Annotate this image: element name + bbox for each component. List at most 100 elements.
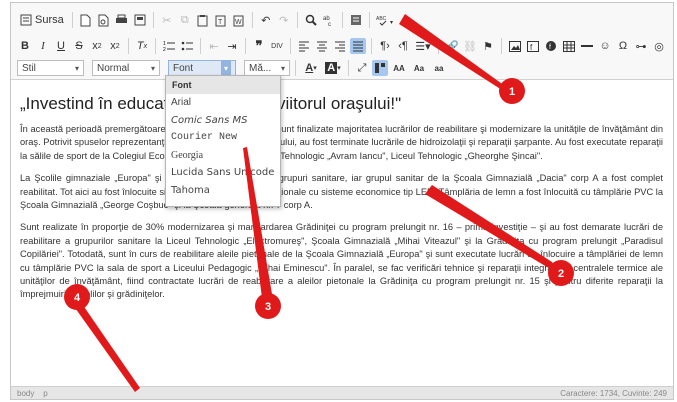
separator bbox=[152, 12, 154, 28]
svg-text:c: c bbox=[328, 22, 331, 26]
italic-icon[interactable]: I bbox=[35, 38, 51, 54]
styles-combo[interactable]: Stil ▾ bbox=[17, 60, 84, 76]
new-page-icon[interactable] bbox=[78, 12, 94, 28]
ltr-icon[interactable]: ¶› bbox=[377, 38, 393, 54]
outdent-icon[interactable]: ⇤ bbox=[206, 38, 222, 54]
templates-icon[interactable] bbox=[132, 12, 148, 28]
select-all-icon[interactable] bbox=[348, 12, 364, 28]
separator bbox=[371, 38, 372, 54]
table-icon[interactable] bbox=[561, 38, 577, 54]
align-right-icon[interactable] bbox=[332, 38, 348, 54]
find-icon[interactable] bbox=[303, 12, 319, 28]
numbered-list-icon[interactable]: 12 bbox=[161, 38, 177, 54]
separator bbox=[251, 12, 253, 28]
source-button-label: Sursa bbox=[35, 14, 64, 26]
separator bbox=[341, 12, 343, 28]
iframe-icon[interactable]: ◎ bbox=[651, 38, 667, 54]
editor-content[interactable]: „Investind în educaţie, investim în viit… bbox=[11, 80, 673, 385]
blockquote-icon[interactable]: ❞ bbox=[251, 38, 267, 54]
bulleted-list-icon[interactable] bbox=[179, 38, 195, 54]
font-size-combo-value: Mă... bbox=[249, 62, 272, 74]
paragraph-1: În această perioadă premergătoare începe… bbox=[20, 124, 663, 161]
remove-format-icon[interactable]: Tx bbox=[134, 38, 150, 54]
unlink-icon[interactable]: ⛓ bbox=[462, 38, 478, 54]
replace-icon[interactable]: ab c bbox=[321, 12, 337, 28]
format-combo[interactable]: Normal ▾ bbox=[92, 60, 160, 76]
text-color-icon[interactable]: A ▾ bbox=[301, 60, 321, 76]
paragraph-3: Sunt realizate în proporţie de 30% moder… bbox=[20, 222, 663, 300]
toolbar-row-2: B I U S x2 x2 Tx 12 ⇤ ⇥ ❞ DIV ¶› ‹¶ ☰▾ 🔗… bbox=[17, 36, 667, 56]
bold-icon[interactable]: B bbox=[17, 38, 33, 54]
align-center-icon[interactable] bbox=[314, 38, 330, 54]
font-size-combo[interactable]: Mă... ▾ bbox=[244, 60, 290, 76]
paste-icon[interactable] bbox=[195, 12, 211, 28]
superscript-icon[interactable]: x2 bbox=[107, 38, 123, 54]
paste-word-icon[interactable]: W bbox=[231, 12, 247, 28]
copy-icon[interactable]: ⧉ bbox=[177, 12, 193, 28]
cut-icon[interactable]: ✂ bbox=[159, 12, 175, 28]
source-button[interactable]: Sursa bbox=[17, 14, 67, 26]
image-icon[interactable] bbox=[507, 38, 523, 54]
subscript-icon[interactable]: x2 bbox=[89, 38, 105, 54]
font-option-lucida[interactable]: Lucida Sans Unicode bbox=[166, 164, 280, 182]
language-icon[interactable]: ☰▾ bbox=[413, 38, 433, 54]
capitalize-button[interactable]: Aa bbox=[410, 60, 428, 76]
separator bbox=[295, 60, 296, 76]
font-option-tahoma[interactable]: Tahoma bbox=[166, 182, 280, 200]
font-option-arial[interactable]: Arial bbox=[166, 94, 280, 112]
link-icon[interactable]: 🔗 bbox=[444, 38, 460, 54]
horizontal-rule-icon[interactable] bbox=[579, 38, 595, 54]
flash-media-icon[interactable]: f bbox=[543, 38, 559, 54]
svg-text:f: f bbox=[530, 43, 533, 52]
align-left-icon[interactable] bbox=[296, 38, 312, 54]
separator bbox=[245, 38, 246, 54]
separator bbox=[290, 38, 291, 54]
font-option-courier-new[interactable]: Courier New bbox=[166, 129, 280, 147]
path-body[interactable]: body bbox=[17, 389, 34, 398]
background-color-icon[interactable]: A ▾ bbox=[323, 60, 343, 76]
font-option-comic-sans[interactable]: Comic Sans MS bbox=[166, 112, 280, 130]
font-option-georgia[interactable]: Georgia bbox=[166, 147, 280, 165]
print-icon[interactable] bbox=[114, 12, 130, 28]
path-p[interactable]: p bbox=[43, 389, 47, 398]
indent-icon[interactable]: ⇥ bbox=[224, 38, 240, 54]
page-break-icon[interactable]: ⊶ bbox=[633, 38, 649, 54]
separator bbox=[155, 38, 156, 54]
status-bar: body p Caractere: 1734, Cuvinte: 249 bbox=[11, 386, 673, 399]
font-combo[interactable]: Font ▾ bbox=[168, 60, 236, 76]
spellcheck-icon[interactable]: ABC ▾ bbox=[375, 12, 397, 28]
paragraph-2: La Şcolile gimnaziale „Europa" şi „Deşa"… bbox=[20, 173, 664, 211]
flash-icon[interactable]: f bbox=[525, 38, 541, 54]
smiley-icon[interactable]: ☺ bbox=[597, 38, 613, 54]
separator bbox=[501, 38, 502, 54]
redo-icon[interactable]: ↷ bbox=[276, 12, 292, 28]
svg-text:ABC: ABC bbox=[376, 16, 387, 22]
source-icon bbox=[20, 14, 32, 26]
strikethrough-icon[interactable]: S bbox=[71, 38, 87, 54]
align-justify-icon[interactable] bbox=[350, 38, 366, 54]
separator bbox=[71, 12, 73, 28]
chevron-down-icon: ▾ bbox=[280, 63, 285, 73]
editor-toolbar: Sursa ✂ ⧉ T W ↶ ↷ ab c ABC ▾ B I U S x 2… bbox=[11, 3, 673, 80]
preview-icon[interactable] bbox=[96, 12, 112, 28]
underline-icon[interactable]: U bbox=[53, 38, 69, 54]
toolbar-row-1: Sursa ✂ ⧉ T W ↶ ↷ ab c ABC ▾ bbox=[17, 10, 397, 30]
rich-text-editor: Sursa ✂ ⧉ T W ↶ ↷ ab c ABC ▾ B I U S x 2… bbox=[10, 2, 674, 400]
paste-text-icon[interactable]: T bbox=[213, 12, 229, 28]
svg-text:W: W bbox=[235, 19, 242, 26]
uppercase-button[interactable]: AA bbox=[390, 60, 408, 76]
create-div-icon[interactable]: DIV bbox=[269, 38, 285, 54]
font-dropdown: Font Arial Comic Sans MS Courier New Geo… bbox=[165, 75, 281, 207]
undo-icon[interactable]: ↶ bbox=[258, 12, 274, 28]
show-blocks-icon[interactable] bbox=[372, 60, 388, 76]
rtl-icon[interactable]: ‹¶ bbox=[395, 38, 411, 54]
separator bbox=[438, 38, 439, 54]
separator bbox=[200, 38, 201, 54]
maximize-icon[interactable]: ⤢ bbox=[354, 60, 370, 76]
word-count: Caractere: 1734, Cuvinte: 249 bbox=[560, 388, 667, 398]
anchor-icon[interactable]: ⚑ bbox=[480, 38, 496, 54]
svg-text:T: T bbox=[218, 19, 223, 26]
svg-text:2: 2 bbox=[163, 47, 166, 52]
lowercase-button[interactable]: aa bbox=[430, 60, 448, 76]
special-char-icon[interactable]: Ω bbox=[615, 38, 631, 54]
